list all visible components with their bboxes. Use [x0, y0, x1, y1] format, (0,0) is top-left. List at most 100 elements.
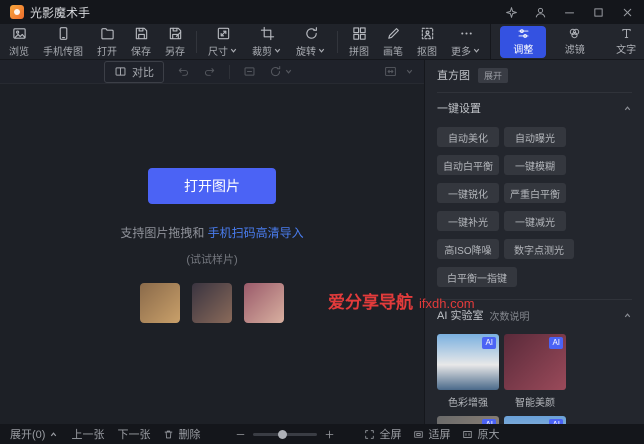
histogram-label: 直方图	[437, 70, 470, 82]
user-icon[interactable]	[534, 6, 547, 19]
one-key-sharpen-button[interactable]: 一键锐化	[437, 183, 499, 203]
toolbar-collage[interactable]: 拼图	[342, 26, 376, 58]
adjust-icon	[517, 27, 530, 40]
chevron-down-icon	[473, 48, 480, 53]
ai-card-color-enhance[interactable]: AI 色彩增强	[437, 334, 499, 409]
minimize-button[interactable]	[563, 6, 576, 19]
ai-usage-link[interactable]: 次数说明	[489, 308, 529, 323]
save-icon	[134, 26, 149, 41]
chevron-down-icon	[274, 48, 281, 53]
rotate-tool-icon[interactable]	[269, 65, 293, 78]
filmstrip-expand-button[interactable]: 展开(0)	[10, 426, 58, 442]
fit-screen-button[interactable]: 适屏	[413, 426, 450, 442]
toolbar-crop[interactable]: 裁剪	[245, 26, 289, 58]
filter-icon	[568, 27, 581, 40]
ai-thumb: AI	[437, 334, 499, 390]
prev-image-button[interactable]: 上一张	[71, 426, 104, 442]
compare-icon	[115, 67, 126, 76]
promo-icon[interactable]	[505, 6, 518, 19]
try-sample-link[interactable]: (试试样片)	[186, 251, 237, 267]
toolbar-open[interactable]: 打开	[90, 26, 124, 58]
redo-icon[interactable]	[203, 65, 216, 78]
crop-icon	[260, 26, 275, 41]
zoom-in-icon[interactable]	[324, 429, 335, 440]
fullscreen-button[interactable]: 全屏	[364, 426, 401, 442]
phone-transfer-icon	[56, 26, 71, 41]
ai-card-4[interactable]: AI	[504, 416, 566, 424]
compare-button[interactable]: 对比	[104, 60, 164, 83]
zoom-slider[interactable]	[253, 429, 318, 439]
fill-light-button[interactable]: 一键补光	[437, 211, 499, 231]
ai-thumb: AI	[504, 416, 566, 424]
next-image-button[interactable]: 下一张	[117, 426, 150, 442]
one-key-blur-button[interactable]: 一键模糊	[504, 155, 566, 175]
toolbar-resize[interactable]: 尺寸	[201, 26, 245, 58]
chevron-up-icon[interactable]	[623, 311, 632, 320]
digital-spot-metering-button[interactable]: 数字点测光	[504, 239, 574, 259]
toolbar-browse[interactable]: 浏览	[2, 26, 36, 58]
ai-thumb: AI	[437, 416, 499, 424]
chevron-down-icon	[285, 69, 292, 74]
scan-import-link[interactable]: 手机扫码高清导入	[208, 226, 304, 240]
fit-screen-icon	[414, 430, 424, 438]
tab-adjust[interactable]: 调整	[500, 25, 547, 58]
chevron-down-icon	[318, 48, 325, 53]
panel-tabs: 调整 滤镜 文字 水印	[490, 24, 644, 59]
severe-white-balance-button[interactable]: 严重白平衡	[504, 183, 566, 203]
high-iso-denoise-button[interactable]: 高ISO降噪	[437, 239, 499, 259]
toolbar-brush[interactable]: 画笔	[376, 26, 410, 58]
original-size-button[interactable]: 原大	[462, 426, 499, 442]
oneclick-buttons: 自动美化 自动曝光 自动白平衡 一键模糊 一键锐化 严重白平衡 一键补光 一键减…	[437, 123, 632, 297]
save-as-icon	[168, 26, 183, 41]
auto-white-balance-button[interactable]: 自动白平衡	[437, 155, 499, 175]
toolbar-save-as[interactable]: 另存	[158, 26, 192, 58]
ai-badge: AI	[549, 337, 563, 349]
collage-icon	[352, 26, 367, 41]
reduce-light-button[interactable]: 一键减光	[504, 211, 566, 231]
zoom-slider-handle[interactable]	[277, 429, 287, 439]
toolbar-cutout[interactable]: 抠图	[410, 26, 444, 58]
sample-thumb-2[interactable]	[192, 283, 232, 323]
oneclick-section-header[interactable]: 一键设置	[437, 93, 632, 123]
sample-thumb-1[interactable]	[140, 283, 180, 323]
toolbar-more[interactable]: 更多	[444, 26, 488, 58]
toolbar-save[interactable]: 保存	[124, 26, 158, 58]
maximize-button[interactable]	[592, 6, 605, 19]
ai-card-one-key-clarity[interactable]: AI 一键清晰	[437, 416, 499, 424]
chevron-down-icon[interactable]	[405, 67, 414, 76]
ai-badge: AI	[549, 419, 563, 424]
sample-thumbnails	[140, 283, 284, 323]
more-icon	[459, 26, 474, 41]
toolbar-rotate[interactable]: 旋转	[289, 26, 333, 58]
auto-beautify-button[interactable]: 自动美化	[437, 127, 499, 147]
statusbar: 展开(0) 上一张 下一张 删除 全屏 适屏 原大	[0, 424, 644, 444]
oneclick-title: 一键设置	[437, 103, 481, 115]
trash-icon	[165, 430, 173, 438]
open-image-button[interactable]: 打开图片	[148, 168, 276, 204]
frame-ratio-icon[interactable]	[243, 65, 256, 78]
close-button[interactable]	[621, 6, 634, 19]
rotate-icon	[304, 26, 319, 41]
chevron-up-icon[interactable]	[623, 104, 632, 113]
browse-image-icon	[12, 26, 27, 41]
edit-subtoolbar: 对比	[0, 60, 424, 84]
ai-badge: AI	[482, 419, 496, 424]
fit-window-icon[interactable]	[384, 65, 397, 78]
app-window: 光影魔术手 浏览 手机传图 打开 保存 另存 尺寸 裁剪 旋转 拼图 画笔 抠图…	[0, 0, 644, 444]
tab-text[interactable]: 文字	[603, 26, 644, 58]
resize-icon	[216, 26, 231, 41]
undo-icon[interactable]	[177, 65, 190, 78]
tab-filter[interactable]: 滤镜	[552, 26, 598, 58]
auto-exposure-button[interactable]: 自动曝光	[504, 127, 566, 147]
histogram-expand-button[interactable]: 展开	[478, 67, 509, 83]
white-balance-one-touch-button[interactable]: 白平衡一指键	[437, 267, 517, 287]
chevron-up-icon	[51, 431, 57, 436]
ai-lab-section-header[interactable]: AI 实验室 次数说明	[437, 300, 632, 330]
view-mode-controls: 全屏 适屏 原大	[364, 426, 499, 442]
ai-card-smart-beauty[interactable]: AI 智能美颜	[504, 334, 566, 409]
sample-thumb-3[interactable]	[244, 283, 284, 323]
toolbar-phone-transfer[interactable]: 手机传图	[36, 26, 90, 58]
chevron-down-icon	[230, 48, 237, 53]
zoom-out-icon[interactable]	[235, 429, 246, 440]
delete-image-button[interactable]: 删除	[163, 426, 200, 442]
